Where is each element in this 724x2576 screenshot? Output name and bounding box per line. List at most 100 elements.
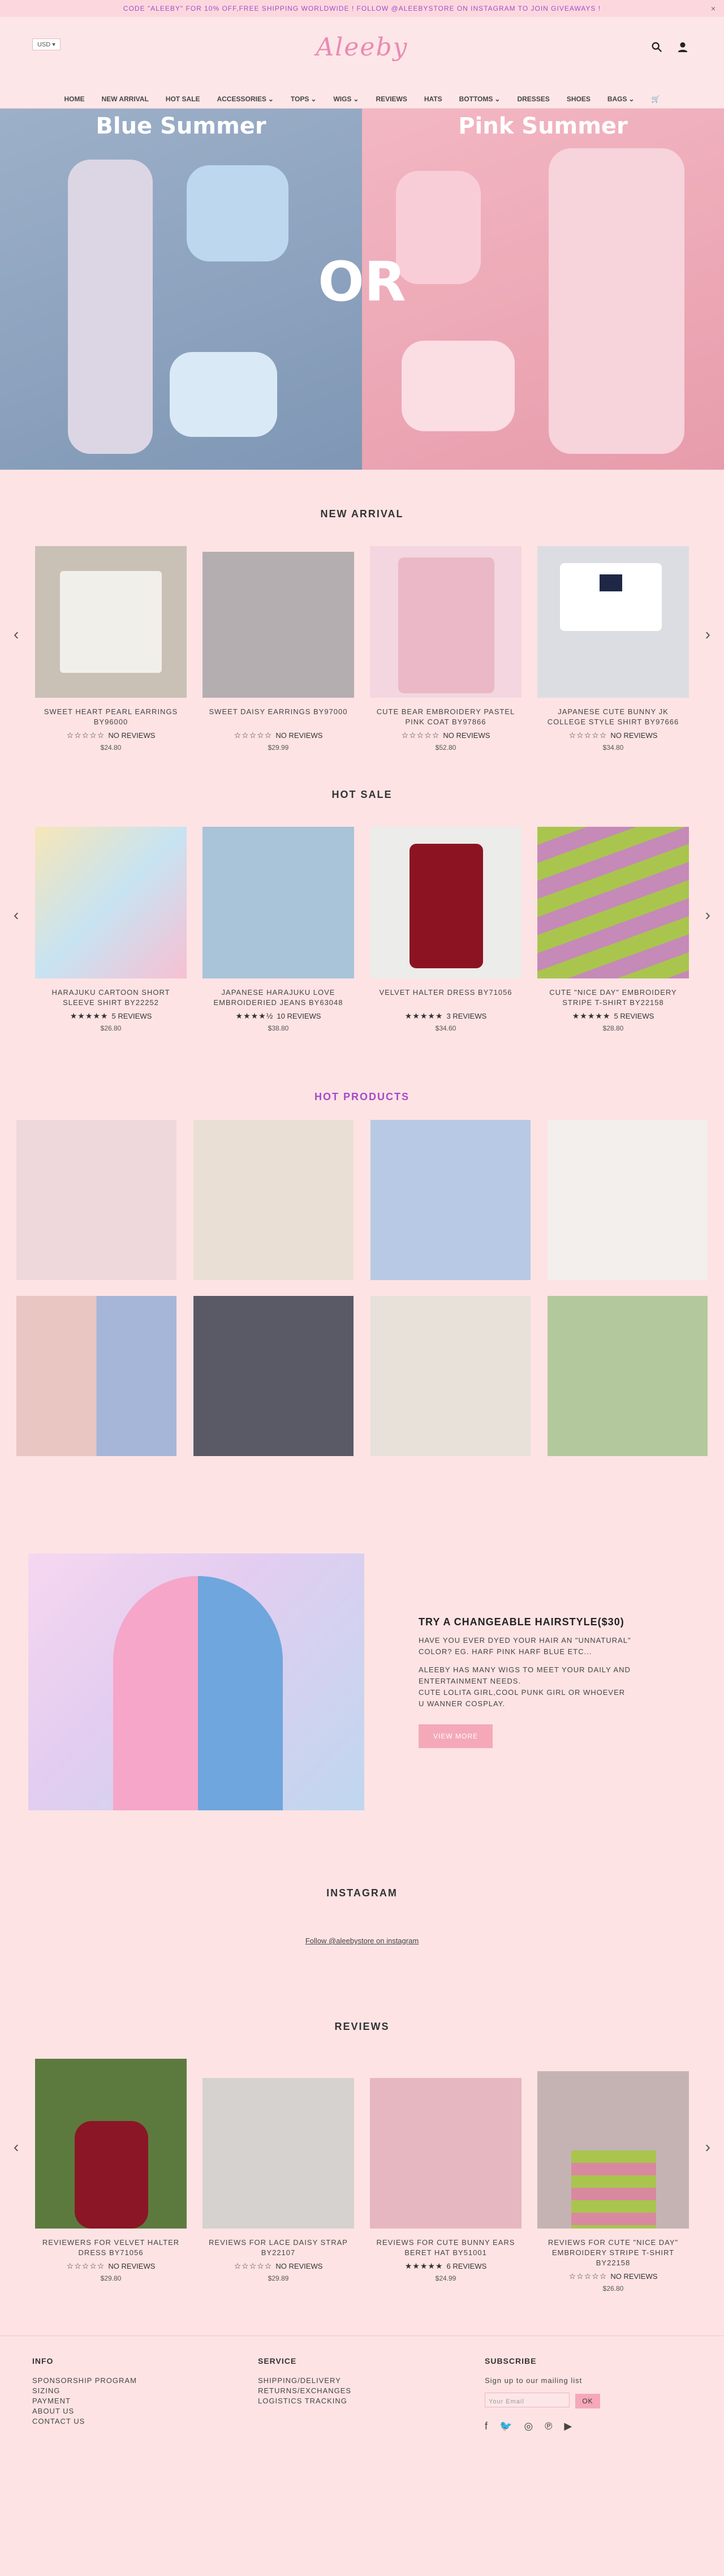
twitter-icon[interactable]: 🐦 (499, 2421, 512, 2431)
product-name[interactable]: SWEET HEART PEARL EARRINGS BY96000 (35, 707, 187, 727)
hot-product-tile[interactable] (193, 1296, 354, 1456)
nav-bottoms[interactable]: BOTTOMS ⌄ (459, 95, 501, 103)
product-image[interactable] (370, 827, 522, 978)
product-name[interactable]: REVIEWERS FOR VELVET HALTER DRESS BY7105… (35, 2238, 187, 2258)
footer-link[interactable]: ABOUT US (32, 2406, 137, 2416)
product-image[interactable] (537, 827, 689, 978)
chevron-right-icon[interactable]: › (705, 625, 710, 643)
product-card[interactable]: REVIEWS FOR LACE DAISY STRAP BY22107 ☆☆☆… (202, 2059, 354, 2292)
nav-accessories[interactable]: ACCESSORIES ⌄ (217, 95, 273, 103)
product-name[interactable]: JAPANESE HARAJUKU LOVE EMBROIDERIED JEAN… (202, 988, 354, 1008)
footer-link[interactable]: PAYMENT (32, 2396, 137, 2406)
product-image[interactable] (35, 546, 187, 698)
product-image[interactable] (370, 546, 522, 698)
product-name[interactable]: SWEET DAISY EARRINGS BY97000 (202, 707, 354, 727)
pinterest-icon[interactable]: ℗ (545, 2421, 553, 2431)
close-icon[interactable]: × (711, 4, 716, 13)
footer-link[interactable]: CONTACT US (32, 2416, 137, 2427)
nav-new-arrival[interactable]: NEW ARRIVAL (101, 95, 148, 103)
account-icon[interactable] (676, 41, 689, 53)
product-name[interactable]: JAPANESE CUTE BUNNY JK COLLEGE STYLE SHI… (537, 707, 689, 727)
youtube-icon[interactable]: ▶ (564, 2421, 572, 2431)
product-image[interactable] (202, 827, 354, 978)
footer-link[interactable]: SHIPPING/DELIVERY (258, 2376, 351, 2386)
product-card[interactable]: CUTE "NICE DAY" EMBROIDERY STRIPE T-SHIR… (537, 827, 689, 1032)
product-name[interactable]: REVIEWS FOR CUTE "NICE DAY" EMBROIDERY S… (537, 2238, 689, 2268)
hero-banner[interactable]: Blue Summer Pink Summer OR (0, 109, 724, 470)
nav-hot-sale[interactable]: HOT SALE (166, 95, 200, 103)
rating: ☆☆☆☆☆ NO REVIEWS (202, 731, 354, 740)
review-count: 3 REVIEWS (446, 1012, 487, 1020)
hot-product-tile[interactable] (548, 1120, 708, 1280)
product-price: $26.80 (100, 1024, 122, 1032)
footer-subscribe-title: SUBSCRIBE (485, 2356, 537, 2365)
hero-pink-summer[interactable]: Pink Summer (362, 109, 724, 470)
hot-product-tile[interactable] (16, 1120, 176, 1280)
product-name[interactable]: REVIEWS FOR CUTE BUNNY EARS BERET HAT BY… (370, 2238, 522, 2258)
hot-product-tile[interactable] (16, 1296, 176, 1456)
product-card[interactable]: REVIEWS FOR CUTE BUNNY EARS BERET HAT BY… (370, 2059, 522, 2292)
search-icon[interactable] (650, 41, 663, 53)
logo[interactable]: Aleeby (0, 33, 724, 62)
nav-wigs-label: WIGS (333, 95, 352, 103)
product-image[interactable] (202, 2078, 354, 2229)
product-card[interactable]: REVIEWERS FOR VELVET HALTER DRESS BY7105… (35, 2059, 187, 2292)
product-name[interactable]: CUTE BEAR EMBROIDERY PASTEL PINK COAT BY… (370, 707, 522, 727)
hairstyle-title: TRY A CHANGEABLE HAIRSTYLE($30) (419, 1616, 624, 1628)
chevron-right-icon[interactable]: › (705, 2138, 710, 2156)
product-name[interactable]: CUTE "NICE DAY" EMBROIDERY STRIPE T-SHIR… (537, 988, 689, 1008)
rating: ☆☆☆☆☆ NO REVIEWS (35, 731, 187, 740)
product-card[interactable]: VELVET HALTER DRESS BY71056 ★★★★★ 3 REVIE… (370, 827, 522, 1032)
hot-product-tile[interactable] (193, 1120, 354, 1280)
hot-product-tile[interactable] (548, 1296, 708, 1456)
product-image[interactable] (35, 827, 187, 978)
nav-hats[interactable]: HATS (424, 95, 442, 103)
product-card[interactable]: SWEET DAISY EARRINGS BY97000 ☆☆☆☆☆ NO REV… (202, 546, 354, 752)
product-card[interactable]: CUTE BEAR EMBROIDERY PASTEL PINK COAT BY… (370, 546, 522, 752)
product-card[interactable]: SWEET HEART PEARL EARRINGS BY96000 ☆☆☆☆☆… (35, 546, 187, 752)
instagram-icon[interactable]: ◎ (524, 2421, 533, 2431)
nav-dresses[interactable]: DRESSES (517, 95, 549, 103)
footer-link[interactable]: SPONSORSHIP PROGRAM (32, 2376, 137, 2386)
nav-tops[interactable]: TOPS ⌄ (291, 95, 317, 103)
product-image[interactable] (202, 552, 354, 698)
facebook-icon[interactable]: f (485, 2421, 488, 2431)
product-card[interactable]: JAPANESE CUTE BUNNY JK COLLEGE STYLE SHI… (537, 546, 689, 752)
chevron-left-icon[interactable]: ‹ (14, 625, 19, 643)
product-image[interactable] (537, 2071, 689, 2229)
footer-link[interactable]: RETURNS/EXCHANGES (258, 2386, 351, 2396)
chevron-right-icon[interactable]: › (705, 906, 710, 924)
star-rating-icon: ☆☆☆☆☆ (66, 2261, 105, 2270)
subscribe-button[interactable]: OK (575, 2394, 600, 2408)
nav-bags[interactable]: BAGS ⌄ (607, 95, 635, 103)
footer-link[interactable]: SIZING (32, 2386, 137, 2396)
product-card[interactable]: HARAJUKU CARTOON SHORT SLEEVE SHIRT BY22… (35, 827, 187, 1032)
product-name[interactable]: REVIEWS FOR LACE DAISY STRAP BY22107 (202, 2238, 354, 2258)
product-image[interactable] (35, 2059, 187, 2229)
email-field[interactable]: Your Email (485, 2393, 570, 2407)
chevron-left-icon[interactable]: ‹ (14, 2138, 19, 2156)
cart-icon[interactable]: 🛒 (652, 95, 660, 103)
chevron-left-icon[interactable]: ‹ (14, 906, 19, 924)
product-price: $24.99 (435, 2274, 456, 2282)
product-card[interactable]: REVIEWS FOR CUTE "NICE DAY" EMBROIDERY S… (537, 2059, 689, 2292)
footer-link[interactable]: LOGISTICS TRACKING (258, 2396, 351, 2406)
announcement-text: CODE "ALEEBY" FOR 10% OFF,FREE SHIPPING … (123, 5, 601, 12)
product-card[interactable]: JAPANESE HARAJUKU LOVE EMBROIDERIED JEAN… (202, 827, 354, 1032)
product-name[interactable]: HARAJUKU CARTOON SHORT SLEEVE SHIRT BY22… (35, 988, 187, 1008)
view-more-button[interactable]: VIEW MORE (419, 1724, 493, 1748)
hot-product-tile[interactable] (370, 1296, 531, 1456)
nav-wigs[interactable]: WIGS ⌄ (333, 95, 359, 103)
hero-blue-summer[interactable]: Blue Summer (0, 109, 362, 470)
product-price: $34.60 (435, 1024, 456, 1032)
product-image[interactable] (537, 546, 689, 698)
star-rating-icon: ★★★★★ (404, 1011, 443, 1020)
hot-product-tile[interactable] (370, 1120, 531, 1280)
nav-reviews[interactable]: REVIEWS (376, 95, 407, 103)
product-image[interactable] (370, 2078, 522, 2229)
nav-shoes[interactable]: SHOES (567, 95, 591, 103)
wig-promo-image[interactable] (28, 1553, 364, 1810)
nav-home[interactable]: HOME (64, 95, 84, 103)
product-name[interactable]: VELVET HALTER DRESS BY71056 (370, 988, 522, 1008)
instagram-link[interactable]: Follow @aleebystore on instagram (0, 1937, 724, 1945)
